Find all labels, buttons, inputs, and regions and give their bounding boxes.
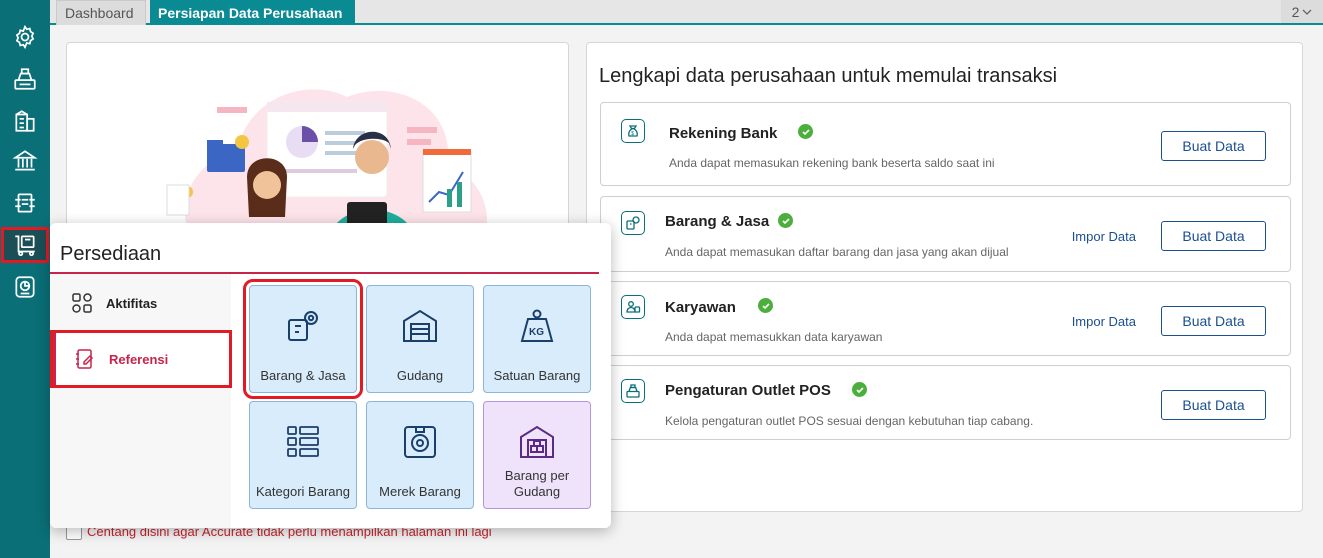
tab-dashboard[interactable]: Dashboard xyxy=(56,0,146,25)
tab-persiapan-data[interactable]: Persiapan Data Perusahaan xyxy=(150,0,355,25)
buat-data-button[interactable]: Buat Data xyxy=(1161,390,1266,420)
row-title: Karyawan xyxy=(665,299,736,316)
money-bag-icon: $ xyxy=(621,119,645,143)
category-grid-icon xyxy=(287,426,319,457)
svg-text:$: $ xyxy=(631,131,634,137)
tile-merek-barang[interactable]: Merek Barang xyxy=(366,401,474,509)
warehouse-icon xyxy=(403,309,437,342)
bank-icon[interactable] xyxy=(5,144,45,178)
row-description: Anda dapat memasukan daftar barang dan j… xyxy=(665,245,1009,259)
tile-label: Gudang xyxy=(396,368,444,383)
activity-grid-icon xyxy=(70,291,94,315)
impor-data-link[interactable]: Impor Data xyxy=(1072,314,1136,329)
employee-icon xyxy=(621,295,645,319)
box-gear-icon xyxy=(621,211,645,235)
box-gear-icon xyxy=(288,311,318,341)
brand-box-icon xyxy=(404,426,436,458)
row-description: Anda dapat memasukan rekening bank beser… xyxy=(669,156,995,170)
tile-kategori-barang[interactable]: Kategori Barang xyxy=(249,401,357,509)
tile-label: Satuan Barang xyxy=(493,368,581,383)
warehouse-goods-icon xyxy=(520,425,554,458)
cash-register-icon[interactable] xyxy=(5,62,45,96)
inventory-icon[interactable] xyxy=(1,227,49,263)
check-icon xyxy=(798,124,813,139)
transfer-icon[interactable] xyxy=(5,186,45,220)
setup-card: Lengkapi data perusahaan untuk memulai t… xyxy=(586,42,1303,512)
popup-title: Persediaan xyxy=(60,243,162,265)
row-title: Pengaturan Outlet POS xyxy=(665,382,831,399)
check-icon xyxy=(852,382,867,397)
buat-data-button[interactable]: Buat Data xyxy=(1161,221,1266,251)
row-title: Rekening Bank xyxy=(669,125,778,142)
setup-row-outlet-pos: Pengaturan Outlet POS Kelola pengaturan … xyxy=(600,365,1291,440)
tab-strip: Dashboard Persiapan Data Perusahaan 2 xyxy=(50,0,1323,25)
svg-text:KG: KG xyxy=(529,327,544,338)
report-icon[interactable] xyxy=(5,270,45,304)
building-icon[interactable] xyxy=(5,104,45,138)
tile-gudang[interactable]: Gudang xyxy=(366,285,474,393)
tab-count-dropdown[interactable]: 2 xyxy=(1281,0,1323,23)
side-item-label: Aktifitas xyxy=(106,295,158,311)
tile-label: Barang per Gudang xyxy=(504,468,570,499)
notebook-edit-icon xyxy=(73,347,97,371)
chevron-down-icon xyxy=(1302,9,1312,15)
kg-weight-icon: KG xyxy=(520,309,554,342)
setup-row-karyawan: Karyawan Anda dapat memasukkan data kary… xyxy=(600,281,1291,356)
impor-data-link[interactable]: Impor Data xyxy=(1072,229,1136,244)
buat-data-button[interactable]: Buat Data xyxy=(1161,131,1266,161)
left-rail xyxy=(0,0,50,558)
side-item-label: Referensi xyxy=(109,351,169,367)
check-icon xyxy=(758,298,773,313)
row-description: Kelola pengaturan outlet POS sesuai deng… xyxy=(665,414,1034,428)
buat-data-button[interactable]: Buat Data xyxy=(1161,306,1266,336)
cash-register-icon xyxy=(621,379,645,403)
tab-count-label: 2 xyxy=(1291,3,1300,20)
persediaan-menu-popup: Persediaan Aktifitas Referensi Barang & … xyxy=(50,223,611,528)
tile-label: Barang & Jasa xyxy=(260,368,346,383)
tile-satuan-barang[interactable]: KG Satuan Barang xyxy=(483,285,591,393)
onboarding-illustration xyxy=(166,89,487,247)
side-item-referensi[interactable]: Referensi xyxy=(50,330,232,388)
side-item-aktifitas[interactable]: Aktifitas xyxy=(50,277,231,329)
settings-icon[interactable] xyxy=(5,20,45,54)
tile-barang-per-gudang[interactable]: Barang per Gudang xyxy=(483,401,591,509)
setup-heading: Lengkapi data perusahaan untuk memulai t… xyxy=(599,65,1058,87)
row-title: Barang & Jasa xyxy=(665,213,770,230)
tile-barang-jasa[interactable]: Barang & Jasa xyxy=(243,279,363,399)
tile-label: Merek Barang xyxy=(379,484,461,499)
setup-row-rekening-bank: $ Rekening Bank Anda dapat memasukan rek… xyxy=(600,102,1291,186)
row-description: Anda dapat memasukkan data karyawan xyxy=(665,330,883,344)
tile-label: Kategori Barang xyxy=(256,484,350,499)
setup-row-barang-jasa: Barang & Jasa Anda dapat memasukan dafta… xyxy=(600,196,1291,272)
check-icon xyxy=(778,213,793,228)
